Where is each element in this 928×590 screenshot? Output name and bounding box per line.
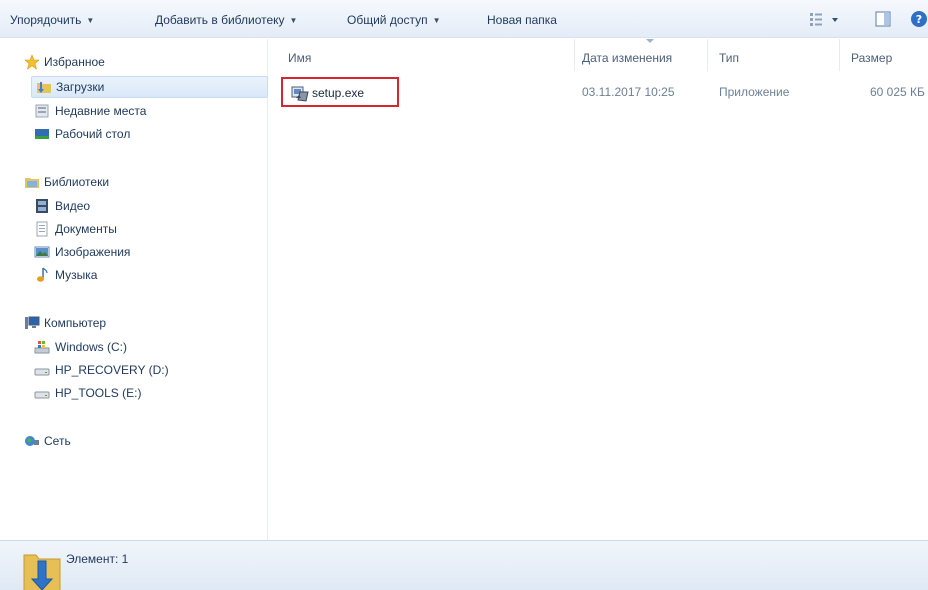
- share-button[interactable]: Общий доступ ▼: [347, 11, 441, 29]
- favorites-label: Избранное: [44, 55, 105, 69]
- column-header-name[interactable]: Имя: [288, 47, 311, 69]
- sidebar-item-label: Рабочий стол: [55, 127, 131, 141]
- organize-label: Упорядочить: [10, 13, 82, 27]
- column-divider[interactable]: [574, 39, 575, 71]
- libraries-label: Библиотеки: [44, 175, 110, 189]
- column-header-type[interactable]: Тип: [719, 47, 739, 69]
- downloads-folder-icon: [23, 554, 61, 590]
- view-options-icon: [810, 13, 838, 26]
- drive-icon: [34, 368, 50, 376]
- sidebar-item-drive-c[interactable]: Windows (C:): [0, 336, 260, 358]
- sidebar-item-label: HP_TOOLS (E:): [55, 386, 142, 400]
- sidebar-item-label: Музыка: [55, 268, 98, 282]
- video-icon: [36, 199, 48, 213]
- chevron-down-icon: ▼: [432, 16, 441, 25]
- sidebar-item-label: HP_RECOVERY (D:): [55, 363, 169, 377]
- sidebar-item-label: Видео: [55, 199, 91, 213]
- network-label: Сеть: [44, 434, 71, 448]
- help-button[interactable]: ?: [910, 10, 928, 28]
- sidebar-header-network[interactable]: Сеть: [0, 430, 260, 452]
- windows-drive-icon: [34, 341, 50, 354]
- sidebar-item-music[interactable]: Музыка: [0, 264, 260, 286]
- add-to-library-button[interactable]: Добавить в библиотеку ▼: [155, 11, 297, 29]
- recent-places-icon: [35, 104, 49, 118]
- chevron-down-icon: ▼: [86, 16, 95, 25]
- sidebar-item-label: Недавние места: [55, 104, 147, 118]
- sidebar-item-pictures[interactable]: Изображения: [0, 241, 260, 263]
- downloads-icon: [37, 82, 51, 93]
- command-bar: Упорядочить ▼ Добавить в библиотеку ▼ Общи…: [0, 0, 928, 38]
- new-folder-button[interactable]: Новая папка: [487, 11, 557, 29]
- sidebar-item-desktop[interactable]: Рабочий стол: [0, 123, 260, 145]
- file-type: Приложение: [719, 85, 790, 99]
- sidebar-item-label: Windows (C:): [55, 340, 128, 354]
- libraries-icon: [25, 178, 39, 188]
- setup-exe-icon: [291, 86, 309, 102]
- sidebar-item-label: Документы: [55, 222, 117, 236]
- help-icon: ?: [911, 11, 927, 27]
- sidebar-item-label: Изображения: [55, 245, 131, 259]
- preview-pane-button[interactable]: [874, 10, 892, 28]
- star-icon: [24, 54, 40, 70]
- sidebar-header-libraries[interactable]: Библиотеки: [0, 171, 260, 193]
- details-pane: Элемент: 1: [0, 540, 928, 590]
- table-row[interactable]: setup.exe: [281, 77, 399, 107]
- preview-pane-icon: [875, 11, 891, 27]
- column-header-date[interactable]: Дата изменения: [582, 47, 672, 69]
- sidebar-item-downloads[interactable]: Загрузки: [31, 76, 268, 98]
- sort-indicator-icon: [646, 39, 654, 43]
- sidebar-item-documents[interactable]: Документы: [0, 218, 260, 240]
- add-to-library-label: Добавить в библиотеку: [155, 13, 285, 27]
- sidebar-item-drive-e[interactable]: HP_TOOLS (E:): [0, 382, 260, 404]
- navigation-pane: Избранное Загрузки Недавние места Рабочи…: [0, 39, 268, 540]
- organize-button[interactable]: Упорядочить ▼: [10, 11, 94, 29]
- column-header-size[interactable]: Размер: [851, 47, 892, 69]
- network-icon: [25, 436, 39, 446]
- sidebar-header-computer[interactable]: Компьютер: [0, 312, 260, 334]
- new-folder-label: Новая папка: [487, 13, 557, 27]
- sidebar-item-recent-places[interactable]: Недавние места: [0, 100, 260, 122]
- column-divider[interactable]: [839, 39, 840, 71]
- share-label: Общий доступ: [347, 13, 428, 27]
- sidebar-item-drive-d[interactable]: HP_RECOVERY (D:): [0, 359, 260, 381]
- pictures-icon: [34, 246, 50, 258]
- sidebar-item-video[interactable]: Видео: [0, 195, 260, 217]
- file-list: Имя Дата изменения Тип Размер setup.exe …: [269, 39, 928, 540]
- svg-text:?: ?: [916, 13, 922, 26]
- sidebar-item-label: Загрузки: [56, 80, 105, 94]
- music-icon: [37, 267, 48, 282]
- file-date: 03.11.2017 10:25: [582, 85, 675, 99]
- column-divider[interactable]: [707, 39, 708, 71]
- sidebar-header-favorites[interactable]: Избранное: [0, 51, 260, 73]
- documents-icon: [36, 221, 48, 237]
- file-size: 60 025 КБ: [870, 85, 925, 99]
- computer-icon: [25, 316, 40, 329]
- desktop-icon: [35, 129, 49, 139]
- drive-icon: [34, 391, 50, 399]
- change-view-button[interactable]: [808, 10, 842, 28]
- file-name: setup.exe: [312, 86, 365, 100]
- item-count: Элемент: 1: [66, 552, 129, 566]
- computer-label: Компьютер: [44, 316, 107, 330]
- chevron-down-icon: ▼: [289, 16, 298, 25]
